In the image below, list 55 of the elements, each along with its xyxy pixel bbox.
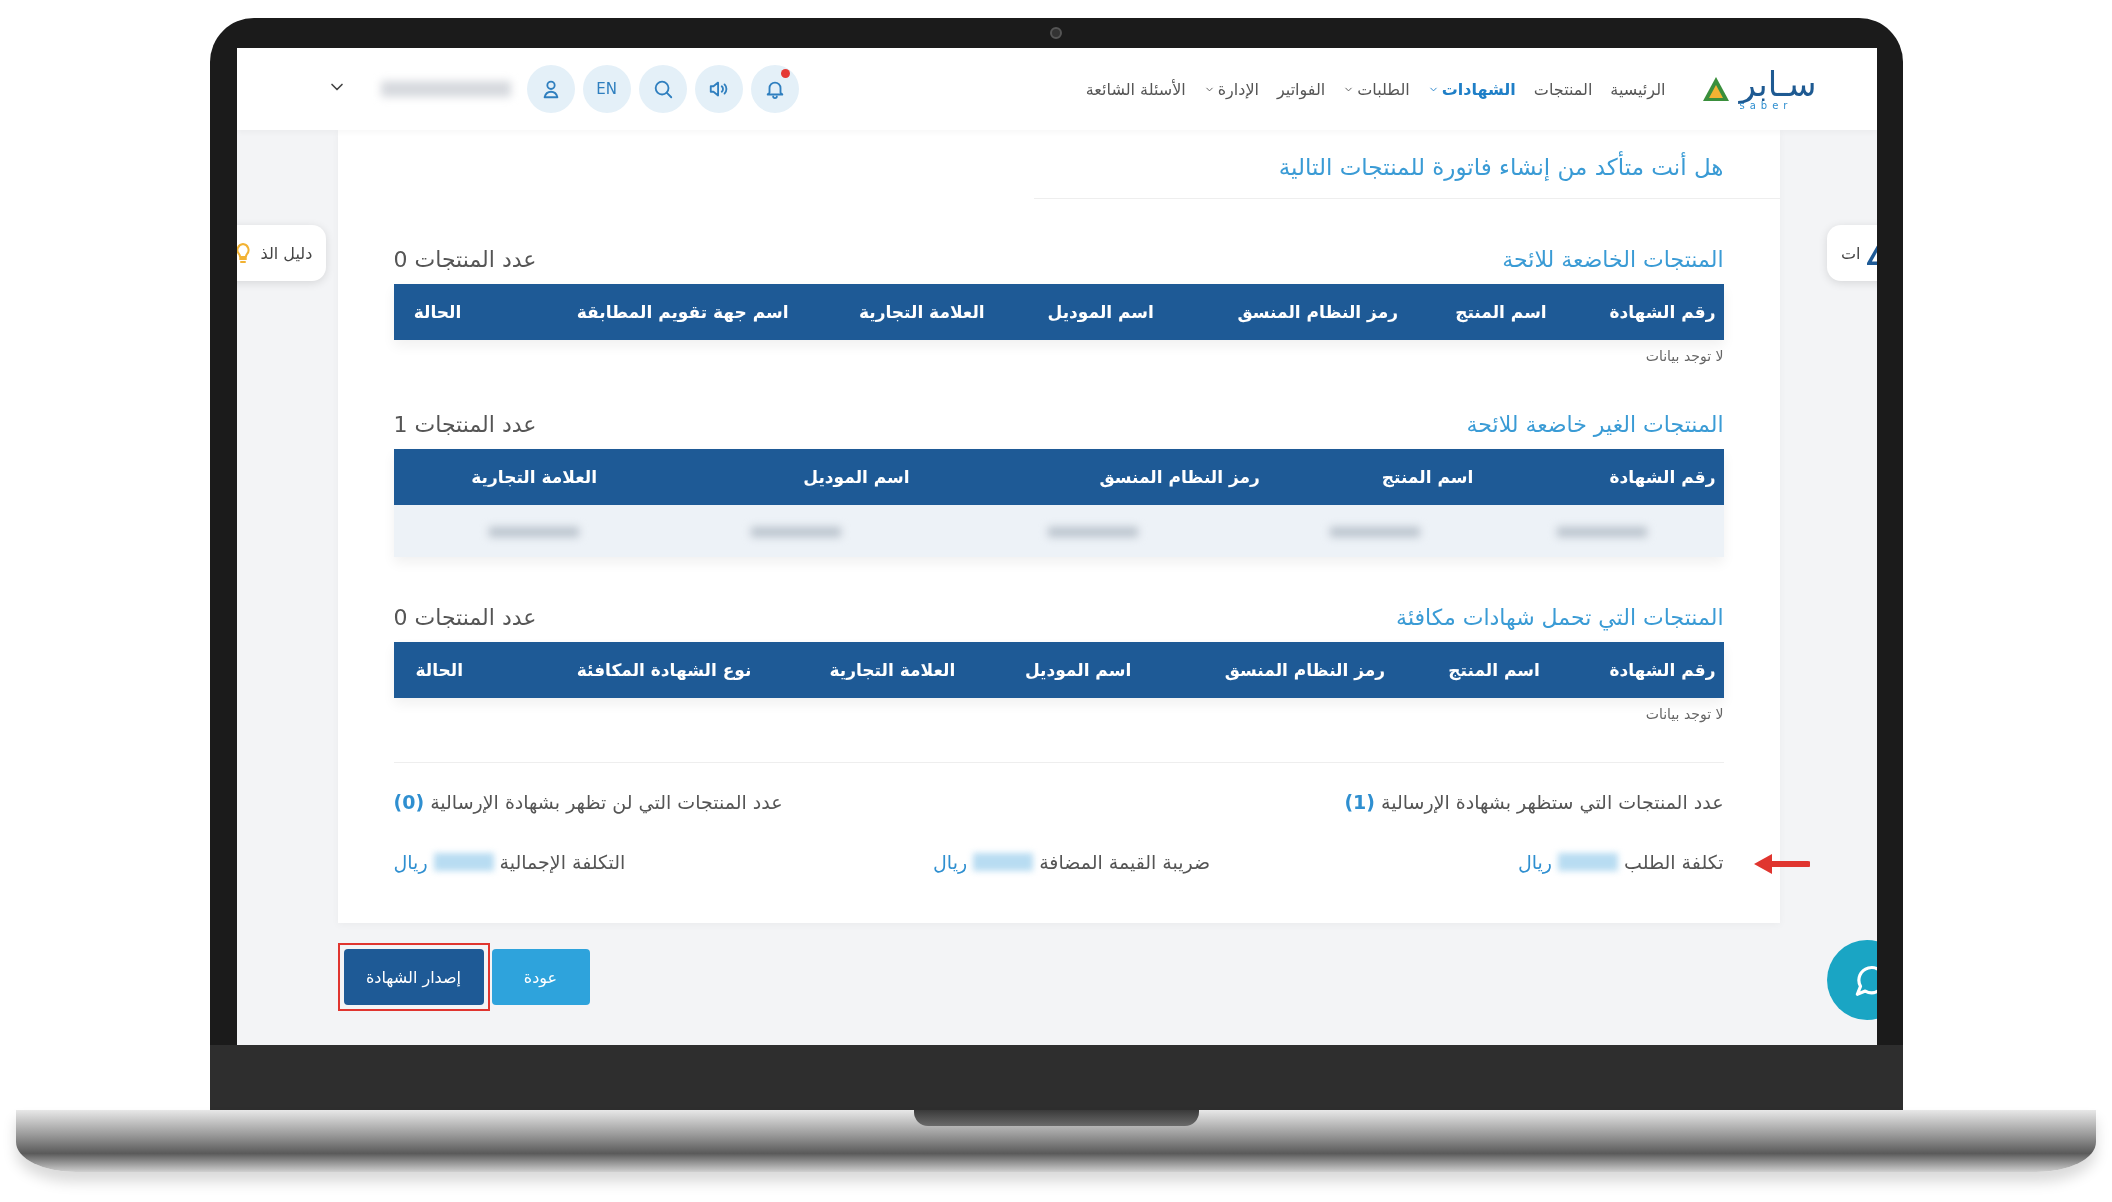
nav-link[interactable]: المنتجات: [1533, 79, 1593, 99]
column-header: الحالة: [393, 642, 485, 698]
column-header: رقم الشهادة: [1481, 449, 1724, 505]
column-header: الحالة: [393, 284, 482, 340]
issue-button[interactable]: إصدار الشهادة: [343, 949, 484, 1005]
column-header: اسم جهة تقويم المطابقة: [481, 284, 797, 340]
column-header: رقم الشهادة: [1554, 284, 1724, 340]
cost-label: ضريبة القيمة المضافة: [1039, 851, 1211, 873]
cost-label: تكلفة الطلب: [1624, 851, 1724, 873]
nav-link[interactable]: الرئيسية: [1610, 79, 1666, 99]
section-title: المنتجات الخاضعة للائحة: [1502, 247, 1724, 272]
product-count: عدد المنتجات 0: [393, 247, 537, 272]
empty-message: لا توجد بيانات: [1644, 348, 1724, 364]
page-title: هل أنت متأكد من إنشاء فاتورة للمنتجات التالية: [1033, 140, 1780, 199]
nav-link[interactable]: الإدارة: [1203, 79, 1259, 99]
column-header: رمز النظام المنسق: [1139, 642, 1394, 698]
currency-label: ريال: [933, 851, 968, 873]
product-count: عدد المنتجات 0: [393, 605, 537, 630]
column-header: رقم الشهادة: [1547, 642, 1724, 698]
currency-label: ريال: [393, 851, 428, 873]
nav-link[interactable]: الفواتير: [1277, 79, 1326, 99]
empty-message: لا توجد بيانات: [1644, 706, 1724, 722]
sound-button[interactable]: [694, 65, 743, 113]
cost-label: التكلفة الإجمالية: [499, 851, 626, 873]
notification-button[interactable]: [750, 65, 799, 113]
column-header: اسم الموديل: [963, 642, 1140, 698]
column-header: العلامة التجارية: [393, 449, 675, 505]
search-button[interactable]: [638, 65, 687, 113]
nav-link[interactable]: الطلبات: [1343, 79, 1410, 99]
guide-tab[interactable]: دليل الذ: [236, 225, 327, 281]
column-header: العلامة التجارية: [759, 642, 964, 698]
nav-link[interactable]: الأسئلة الشائعة: [1085, 79, 1186, 99]
column-header: نوع الشهادة المكافئة: [485, 642, 760, 698]
blurred-amount: [1558, 853, 1618, 871]
side-tab[interactable]: ات: [1827, 225, 1877, 281]
section-title: المنتجات التي تحمل شهادات مكافئة: [1396, 605, 1724, 630]
column-header: العلامة التجارية: [796, 284, 993, 340]
user-button[interactable]: [526, 65, 575, 113]
column-header: اسم المنتج: [1393, 642, 1548, 698]
side-tab-label: ات: [1841, 243, 1861, 263]
guide-tab-label: دليل الذ: [260, 243, 313, 263]
blurred-amount: [433, 853, 494, 871]
column-header: اسم الموديل: [674, 449, 918, 505]
column-header: رمز النظام المنسق: [1161, 284, 1406, 340]
product-count: عدد المنتجات 1: [393, 412, 537, 437]
language-button[interactable]: EN: [582, 65, 631, 113]
column-header: رمز النظام المنسق: [917, 449, 1268, 505]
currency-label: ريال: [1517, 851, 1552, 873]
nav-link[interactable]: الشهادات: [1427, 79, 1516, 99]
camera-dot: [1050, 27, 1062, 39]
column-header: اسم الموديل: [992, 284, 1162, 340]
blurred-amount: [973, 853, 1034, 871]
section-title: المنتجات الغير خاضعة للائحة: [1466, 412, 1724, 437]
column-header: اسم المنتج: [1405, 284, 1555, 340]
column-header: اسم المنتج: [1267, 449, 1482, 505]
